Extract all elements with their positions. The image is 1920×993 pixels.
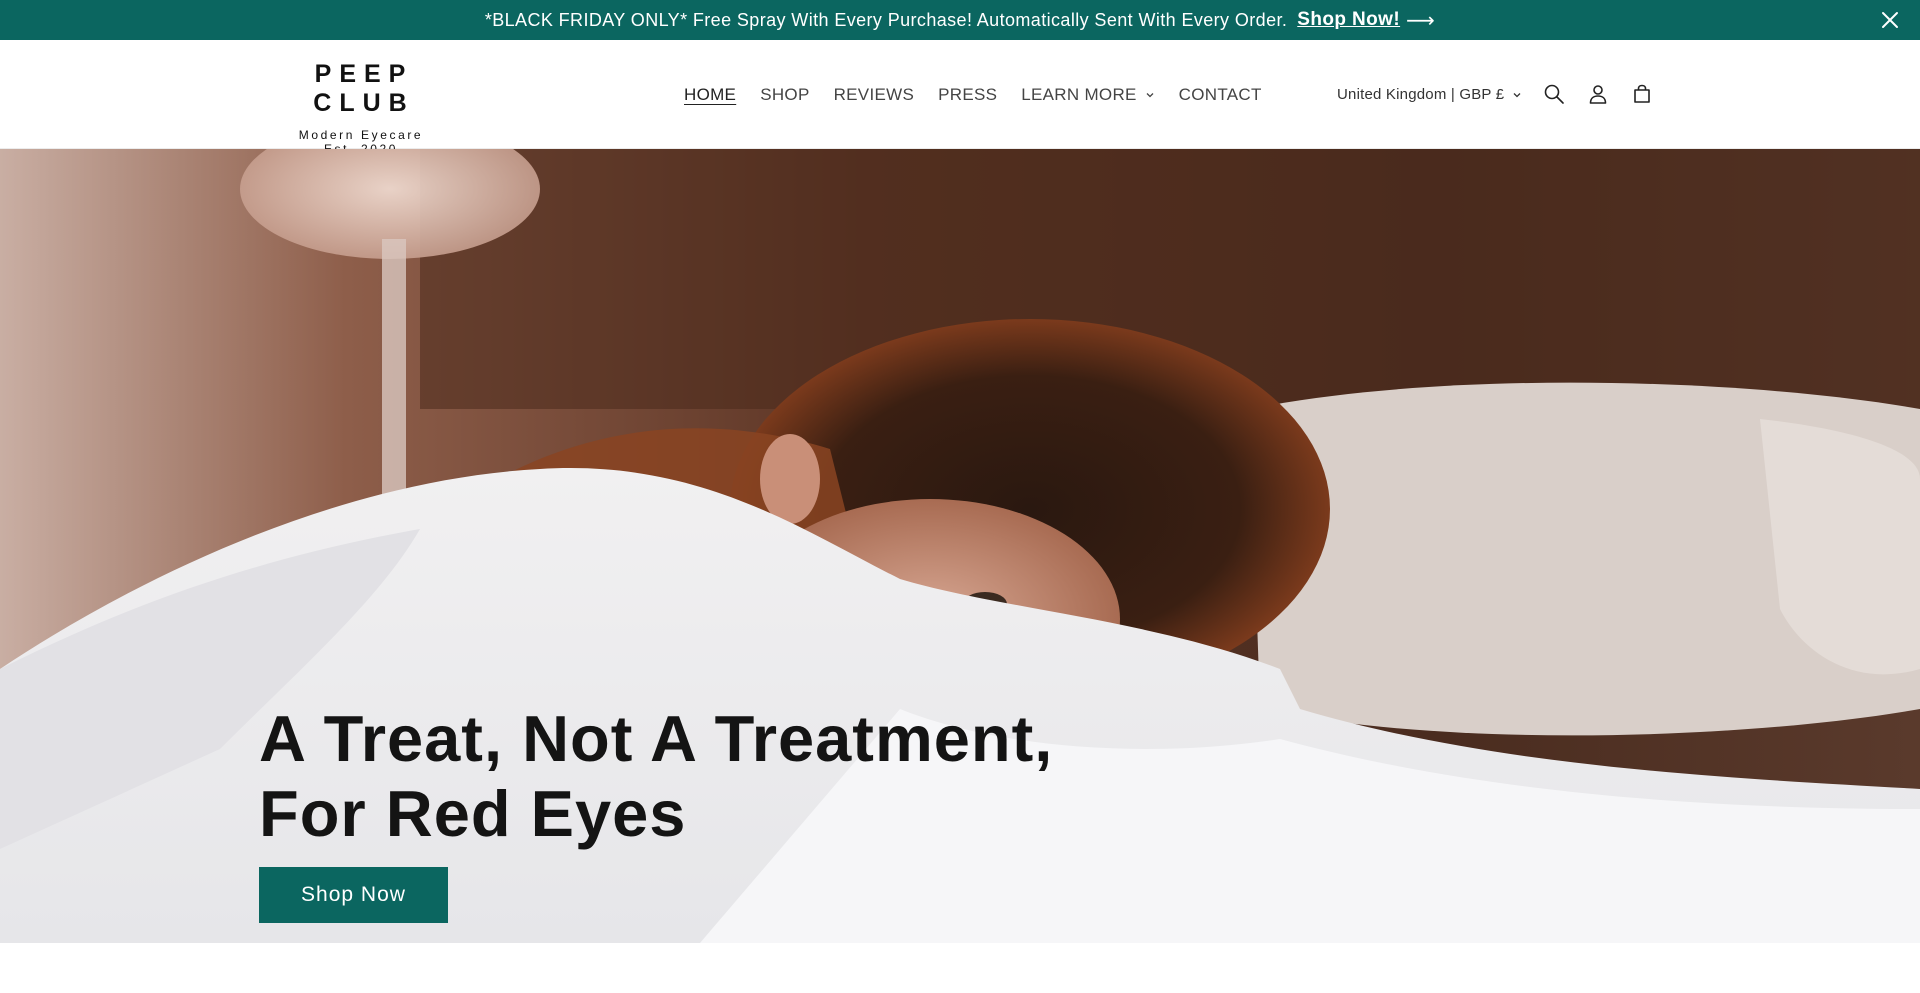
hero-title-line1: A Treat, Not A Treatment,: [259, 702, 1054, 775]
announcement-bar: *BLACK FRIDAY ONLY* Free Spray With Ever…: [0, 0, 1920, 40]
cart-icon[interactable]: [1628, 80, 1656, 108]
search-icon[interactable]: [1540, 80, 1568, 108]
chevron-down-icon: [1513, 92, 1521, 97]
nav-item-press[interactable]: PRESS: [938, 85, 997, 105]
nav-item-home[interactable]: HOME: [684, 85, 736, 105]
main-nav: HOME SHOP REVIEWS PRESS LEARN MORE CONTA…: [684, 84, 1286, 106]
site-header: PEEP CLUB Modern Eyecare Est. 2020 HOME …: [0, 40, 1920, 156]
hero-title-line2: For Red Eyes: [259, 777, 687, 850]
country-selector-label: United Kingdom | GBP £: [1337, 86, 1505, 103]
logo-name: PEEP CLUB: [313, 60, 415, 117]
nav-item-contact[interactable]: CONTACT: [1179, 85, 1262, 105]
nav-item-label: CONTACT: [1178, 85, 1262, 104]
nav-item-learn-more[interactable]: LEARN MORE: [1021, 85, 1154, 105]
account-icon[interactable]: [1584, 80, 1612, 108]
logo-tagline: Modern Eyecare: [298, 128, 424, 142]
nav-item-label: LEARN MORE: [1021, 85, 1137, 104]
nav-item-label: REVIEWS: [833, 85, 915, 104]
nav-item-reviews[interactable]: REVIEWS: [834, 85, 915, 105]
country-selector[interactable]: United Kingdom | GBP £: [1337, 86, 1522, 103]
hero-title: A Treat, Not A Treatment, For Red Eyes: [259, 701, 1159, 851]
site-logo[interactable]: PEEP CLUB Modern Eyecare Est. 2020: [259, 60, 463, 156]
chevron-down-icon: [1146, 93, 1154, 98]
nav-item-shop[interactable]: SHOP: [760, 85, 809, 105]
nav-item-label: SHOP: [760, 85, 810, 104]
announcement-message: *BLACK FRIDAY ONLY* Free Spray With Ever…: [484, 9, 1288, 30]
nav-item-label: PRESS: [938, 85, 998, 104]
hero-banner: A Treat, Not A Treatment, For Red Eyes S…: [0, 149, 1920, 943]
announcement-shop-now-link[interactable]: Shop Now!: [1297, 9, 1400, 31]
arrow-right-icon: ⟶: [1406, 9, 1436, 32]
nav-item-label: HOME: [684, 85, 737, 104]
hero-shop-now-button[interactable]: Shop Now: [259, 867, 448, 923]
close-icon[interactable]: [1878, 8, 1902, 32]
